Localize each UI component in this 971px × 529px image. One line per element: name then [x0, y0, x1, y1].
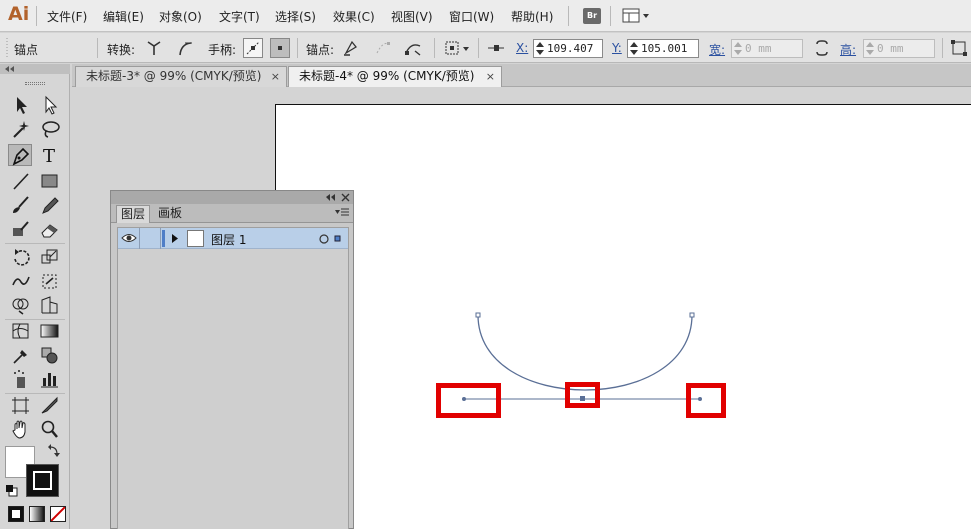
- highlight-box-right-handle: [686, 383, 726, 418]
- layer-thumbnail: [187, 230, 204, 247]
- layer-list: 图层 1: [117, 227, 349, 529]
- highlight-box-left-handle: [436, 383, 501, 418]
- selection-indicator-icon[interactable]: [334, 235, 342, 243]
- layer-row[interactable]: 图层 1: [118, 228, 348, 249]
- anchor-point-left[interactable]: [475, 312, 481, 318]
- layers-panel: 图层 画板 图层 1: [110, 190, 354, 529]
- eye-icon[interactable]: [121, 232, 137, 244]
- expand-triangle-icon[interactable]: [171, 234, 179, 243]
- highlight-box-anchor: [565, 382, 600, 408]
- panel-menu-icon[interactable]: [335, 208, 349, 218]
- tab-artboards[interactable]: 画板: [154, 205, 186, 223]
- layer-color-bar: [162, 230, 165, 247]
- collapse-panel-icon[interactable]: [325, 193, 337, 202]
- divider: [160, 228, 161, 249]
- close-icon[interactable]: [341, 193, 350, 202]
- layer-name[interactable]: 图层 1: [211, 231, 246, 248]
- target-circle-icon[interactable]: [318, 233, 330, 245]
- anchor-point-right[interactable]: [689, 312, 695, 318]
- panel-tabs: 图层 画板: [111, 204, 353, 223]
- tab-layers[interactable]: 图层: [116, 205, 151, 223]
- panel-titlebar[interactable]: [111, 191, 353, 204]
- curve-path[interactable]: [477, 314, 693, 391]
- divider: [139, 228, 140, 249]
